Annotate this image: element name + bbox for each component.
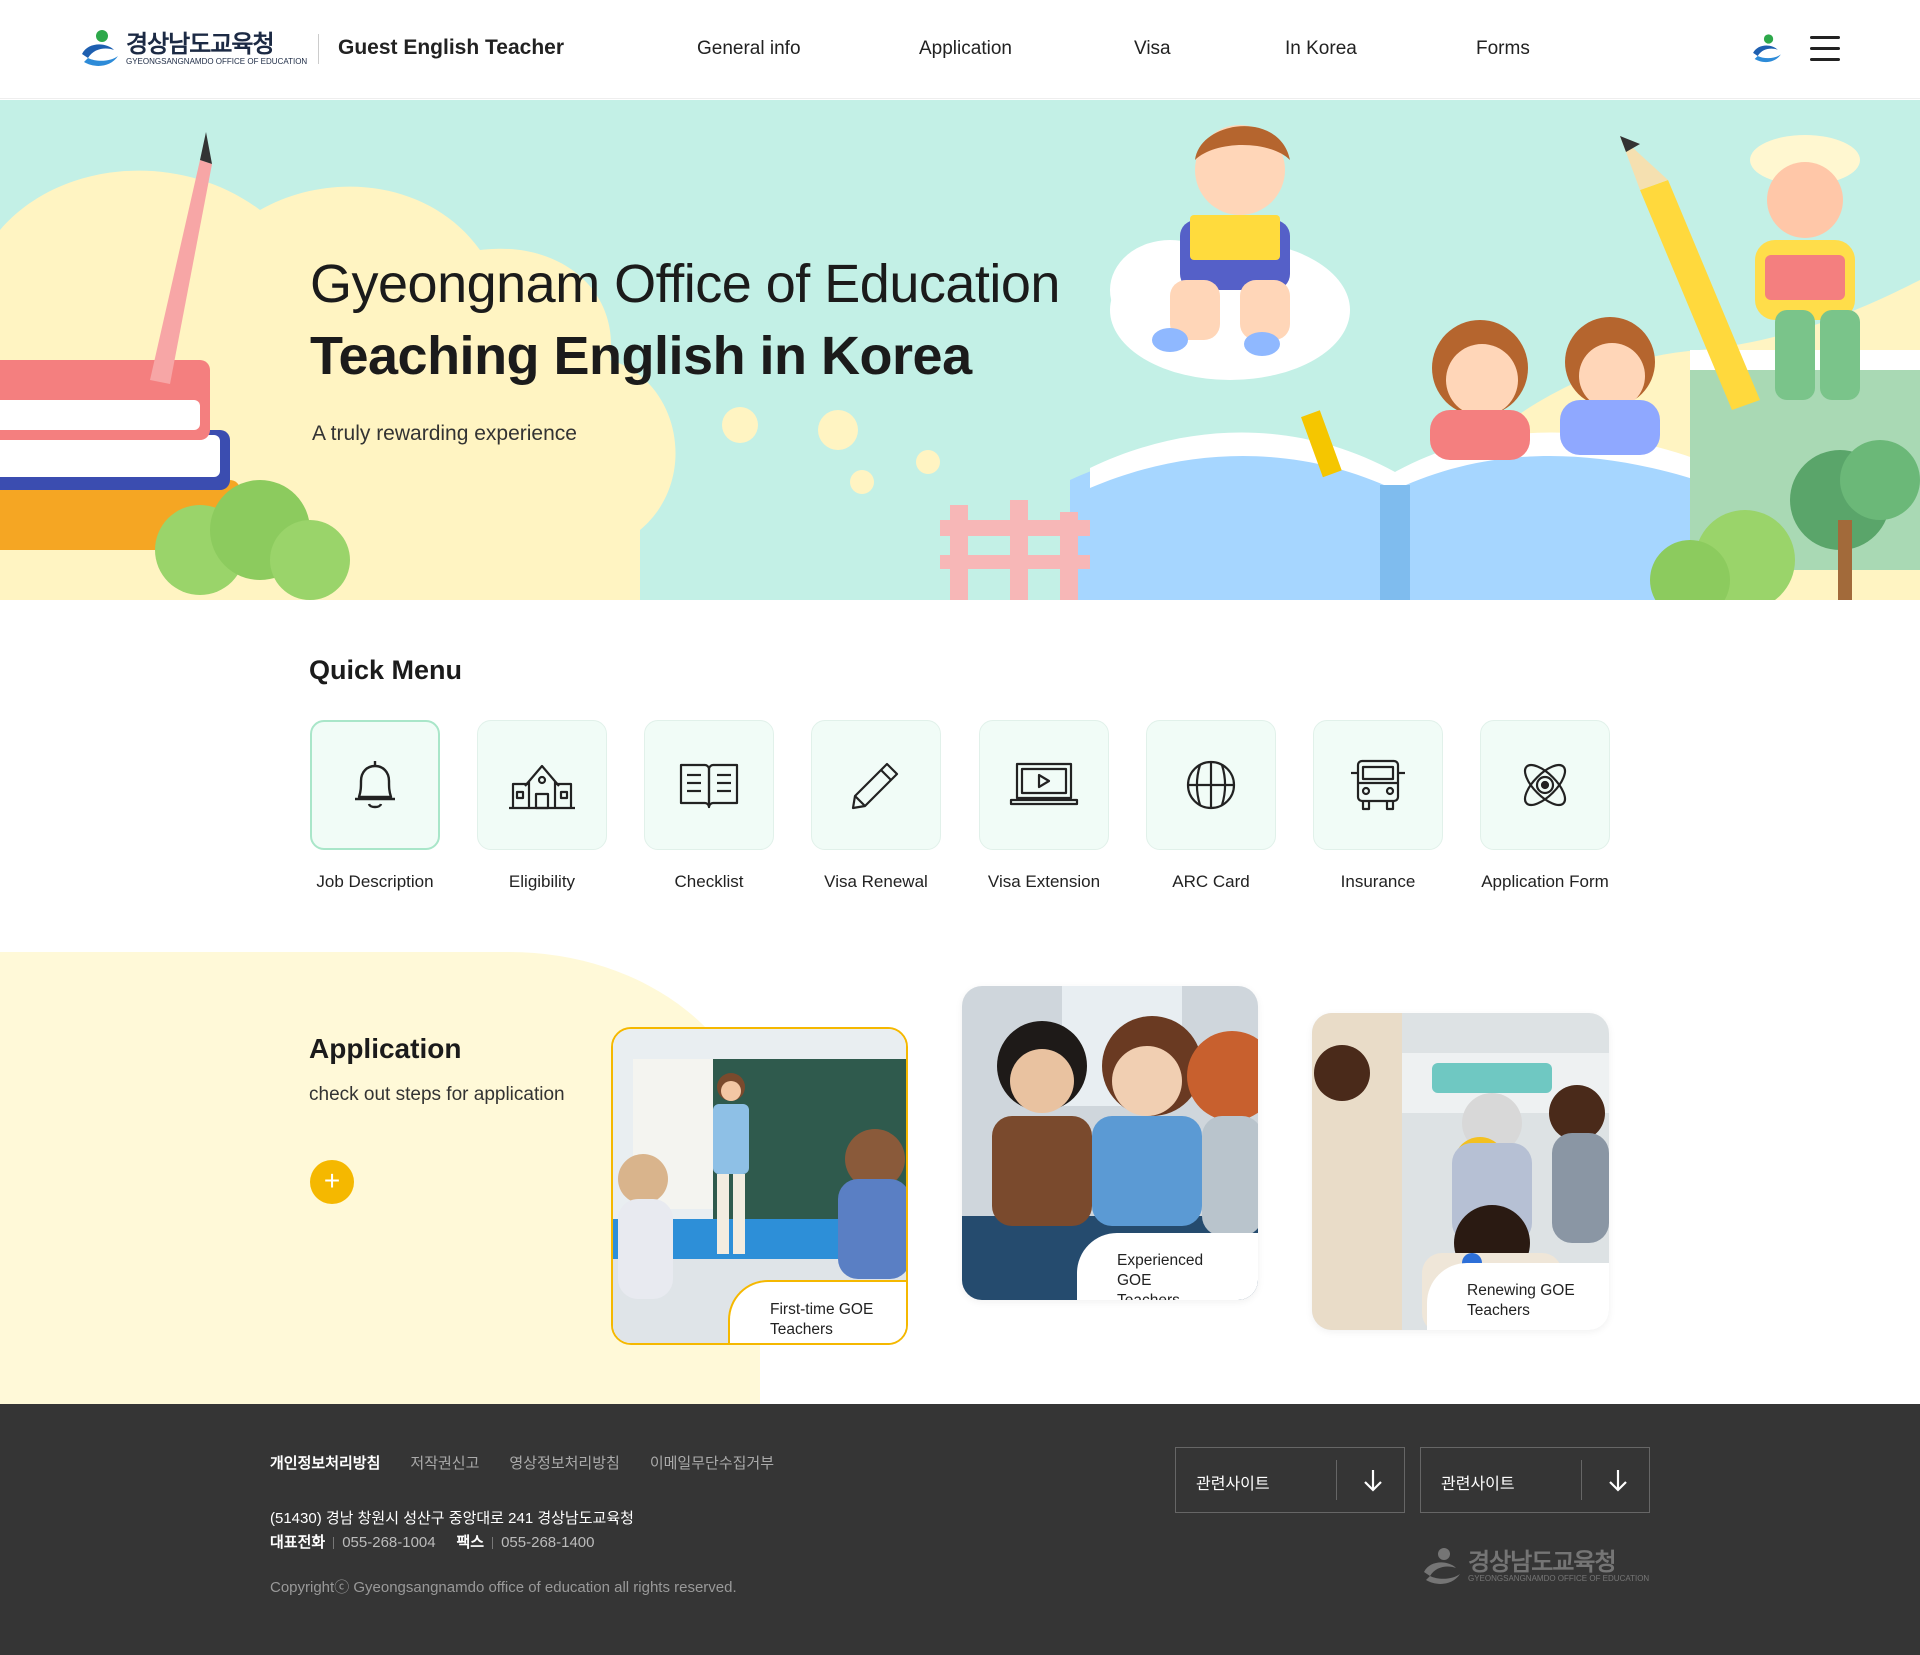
application-subtitle: check out steps for application — [309, 1084, 565, 1105]
pencil-icon — [851, 762, 899, 810]
logo-divider — [318, 34, 319, 64]
related-site-label: 관련사이트 — [1196, 1476, 1270, 1493]
quick-item-label: Job Description — [316, 872, 434, 891]
quick-item-label: Eligibility — [508, 872, 576, 891]
hero-subtitle: A truly rewarding experience — [312, 422, 577, 445]
footer-link-privacy[interactable]: 개인정보처리방침 — [270, 1452, 380, 1473]
card-caption-line1: Renewing GOE — [1467, 1282, 1575, 1299]
quick-item-label: Application Form — [1481, 872, 1609, 891]
laptop-icon — [1009, 762, 1079, 806]
quick-item-label: ARC Card — [1172, 872, 1250, 891]
hero-title: Gyeongnam Office of Education Teaching E… — [310, 248, 1060, 392]
application-more-button[interactable]: + — [310, 1160, 354, 1204]
card-caption: First-time GOE Teachers — [728, 1280, 906, 1343]
card-caption-line2: Teachers — [1467, 1302, 1530, 1319]
related-site-label: 관련사이트 — [1441, 1476, 1515, 1493]
quick-item-checklist[interactable]: Checklist — [644, 720, 774, 892]
quick-item-arc-card[interactable]: ARC Card — [1146, 720, 1276, 892]
page: 경상남도교육청 GYEONGSANGNAMDO OFFICE OF EDUCAT… — [0, 0, 1920, 1655]
card-first-time-teachers[interactable]: First-time GOE Teachers — [611, 1027, 908, 1345]
bus-icon — [1351, 759, 1405, 811]
card-caption-line2: Teachers — [770, 1321, 833, 1338]
quick-item-box[interactable] — [477, 720, 607, 850]
hero-title-line1: Gyeongnam Office of Education — [310, 254, 1060, 314]
card-caption: Experienced GOE Teachers — [1077, 1233, 1258, 1300]
quick-item-eligibility[interactable]: Eligibility — [477, 720, 607, 892]
quick-item-visa-renewal[interactable]: Visa Renewal — [811, 720, 941, 892]
bell-icon — [355, 761, 395, 809]
logo-mark-icon — [78, 28, 122, 70]
hamburger-menu-icon[interactable] — [1810, 36, 1840, 62]
quick-item-box[interactable] — [644, 720, 774, 850]
book-icon — [679, 763, 739, 809]
school-icon — [509, 764, 575, 810]
card-experienced-teachers[interactable]: Experienced GOE Teachers — [962, 986, 1258, 1300]
quick-item-box[interactable] — [1480, 720, 1610, 850]
nav-visa[interactable]: Visa — [1134, 38, 1171, 60]
hero-banner: Gyeongnam Office of Education Teaching E… — [0, 100, 1920, 600]
logo-english-text: GYEONGSANGNAMDO OFFICE OF EDUCATION — [126, 57, 308, 66]
footer-copyright: Copyrightⓒ Gyeongsangnamdo office of edu… — [270, 1579, 737, 1596]
quick-item-label: Checklist — [674, 872, 744, 891]
footer-fax: 055-268-1400 — [501, 1534, 595, 1551]
card-caption-line2: Teachers — [1117, 1291, 1238, 1300]
application-title: Application — [309, 1033, 462, 1064]
atom-icon — [1523, 763, 1567, 807]
footer-tel: 055-268-1004 — [342, 1534, 436, 1551]
site-logo[interactable]: 경상남도교육청 GYEONGSANGNAMDO OFFICE OF EDUCAT… — [78, 28, 307, 70]
footer-logo-korean: 경상남도교육청 — [1468, 1548, 1617, 1576]
arrow-down-icon — [1609, 1470, 1627, 1492]
site-name[interactable]: Guest English Teacher — [338, 36, 564, 60]
quick-item-job-description[interactable]: Job Description — [310, 720, 440, 892]
quick-menu-title: Quick Menu — [309, 655, 463, 685]
nav-forms[interactable]: Forms — [1476, 38, 1530, 60]
footer-contact: 대표전화 055-268-1004 팩스 055-268-1400 — [270, 1531, 595, 1552]
quick-item-box[interactable] — [310, 720, 440, 850]
quick-item-box[interactable] — [1313, 720, 1443, 850]
footer-tel-label: 대표전화 — [270, 1534, 326, 1551]
card-caption-line1: First-time GOE — [770, 1301, 874, 1318]
quick-item-label: Insurance — [1340, 872, 1416, 891]
arrow-down-icon — [1364, 1470, 1382, 1492]
card-caption: Renewing GOE Teachers — [1427, 1263, 1609, 1330]
footer-fax-label: 팩스 — [456, 1534, 485, 1551]
logo-korean-text: 경상남도교육청 — [126, 30, 275, 58]
quick-item-label: Visa Renewal — [824, 872, 928, 891]
site-footer: 개인정보처리방침 저작권신고 영상정보처리방침 이메일무단수집거부 (51430… — [0, 1404, 1920, 1655]
footer-link-email-refusal[interactable]: 이메일무단수집거부 — [650, 1452, 774, 1473]
nav-application[interactable]: Application — [919, 38, 1012, 60]
related-site-select-1[interactable]: 관련사이트 — [1175, 1447, 1405, 1513]
quick-item-visa-extension[interactable]: Visa Extension — [979, 720, 1109, 892]
footer-address: (51430) 경남 창원시 성산구 중앙대로 241 경상남도교육청 — [270, 1510, 634, 1527]
quick-item-application-form[interactable]: Application Form — [1480, 720, 1610, 892]
footer-link-video-policy[interactable]: 영상정보처리방침 — [509, 1452, 619, 1473]
nav-general-info[interactable]: General info — [697, 38, 801, 60]
quick-item-box[interactable] — [979, 720, 1109, 850]
footer-link-copyright-report[interactable]: 저작권신고 — [410, 1452, 479, 1473]
nav-in-korea[interactable]: In Korea — [1285, 38, 1357, 60]
card-renewing-teachers[interactable]: Renewing GOE Teachers — [1312, 1013, 1609, 1330]
site-header: 경상남도교육청 GYEONGSANGNAMDO OFFICE OF EDUCAT… — [0, 0, 1920, 99]
quick-item-insurance[interactable]: Insurance — [1313, 720, 1443, 892]
footer-logo-english: GYEONGSANGNAMDO OFFICE OF EDUCATION — [1468, 1574, 1650, 1583]
footer-logo-mark-icon — [1424, 1548, 1460, 1584]
quick-item-box[interactable] — [1146, 720, 1276, 850]
footer-links: 개인정보처리방침 저작권신고 영상정보처리방침 이메일무단수집거부 — [270, 1452, 804, 1473]
globe-icon — [1186, 760, 1236, 810]
emblem-icon[interactable] — [1750, 32, 1784, 66]
quick-item-box[interactable] — [811, 720, 941, 850]
quick-item-label: Visa Extension — [987, 872, 1101, 891]
card-caption-line1: Experienced GOE — [1117, 1252, 1204, 1289]
hero-title-line2: Teaching English in Korea — [310, 326, 972, 386]
footer-logo: 경상남도교육청 GYEONGSANGNAMDO OFFICE OF EDUCAT… — [1420, 1546, 1649, 1588]
related-site-select-2[interactable]: 관련사이트 — [1420, 1447, 1650, 1513]
